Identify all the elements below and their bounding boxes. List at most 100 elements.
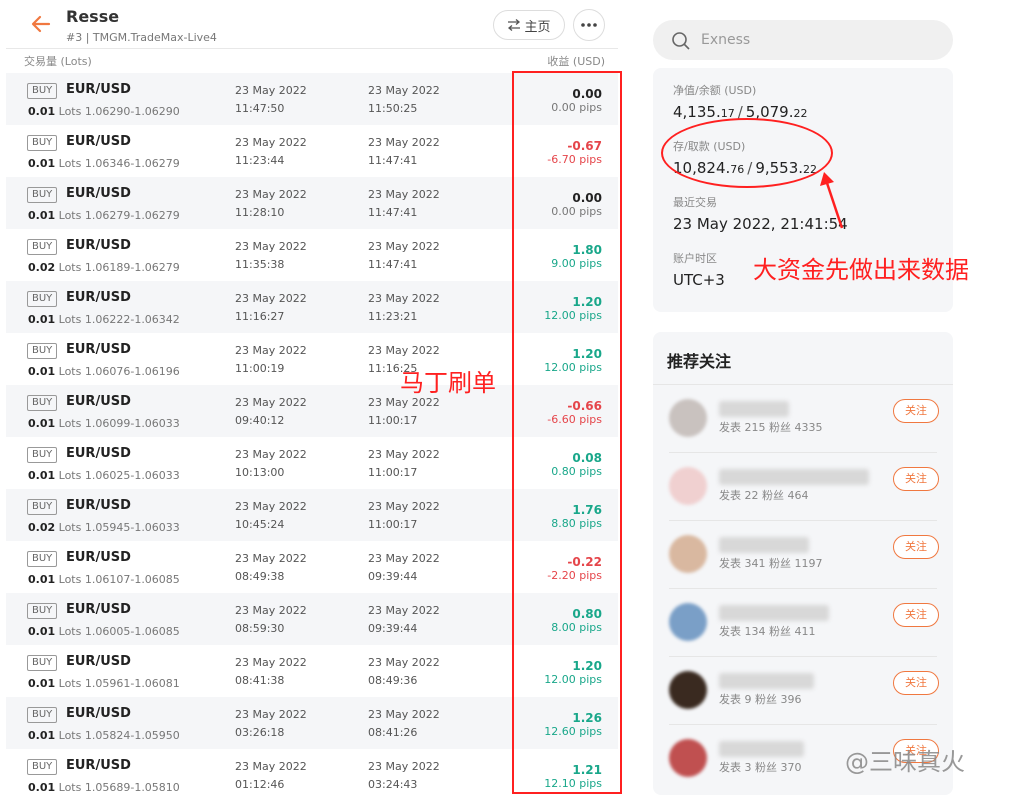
symbol: EUR/USD — [66, 602, 131, 617]
symbol: EUR/USD — [66, 290, 131, 305]
close-time: 23 May 2022 11:00:17 — [368, 500, 440, 531]
lots-info: 0.01 Lots 1.06222-1.06342 — [28, 313, 180, 326]
side-badge: BUY — [27, 135, 58, 151]
follow-button[interactable]: 关注 — [893, 671, 939, 695]
lots-info: 0.01 Lots 1.05961-1.06081 — [28, 677, 180, 690]
close-time: 23 May 2022 11:47:41 — [368, 240, 440, 271]
symbol: EUR/USD — [66, 706, 131, 721]
deposit-highlight-ellipse — [661, 118, 833, 188]
open-time: 23 May 2022 11:23:44 — [235, 136, 307, 167]
recommend-item[interactable]: 发表 134 粉丝 411 关注 — [653, 589, 953, 657]
recommend-item[interactable]: 发表 341 粉丝 1197 关注 — [653, 521, 953, 589]
open-time: 23 May 2022 11:28:10 — [235, 188, 307, 219]
page-title: Resse — [66, 7, 120, 26]
timezone-label: 账户时区 — [673, 252, 717, 265]
side-badge: BUY — [27, 343, 58, 359]
recommend-card: 推荐关注 发表 215 粉丝 4335 关注 发表 22 粉丝 464 关注 发表 34… — [653, 332, 953, 795]
close-time: 23 May 2022 03:24:43 — [368, 760, 440, 791]
symbol: EUR/USD — [66, 134, 131, 149]
open-time: 23 May 2022 10:45:24 — [235, 500, 307, 531]
timezone-value: UTC+3 — [673, 271, 725, 289]
open-time: 23 May 2022 11:35:38 — [235, 240, 307, 271]
user-name-blurred — [719, 605, 829, 621]
open-time: 23 May 2022 08:49:38 — [235, 552, 307, 583]
lots-info: 0.01 Lots 1.06107-1.06085 — [28, 573, 180, 586]
open-time: 23 May 2022 11:16:27 — [235, 292, 307, 323]
search-icon — [672, 32, 690, 50]
annotation-martingale: 马丁刷单 — [400, 369, 496, 397]
more-button[interactable] — [573, 9, 605, 41]
close-time: 23 May 2022 09:39:44 — [368, 552, 440, 583]
page: Resse #3 | TMGM.TradeMax-Live4 主页 交易量 (L… — [0, 0, 1027, 808]
lots-info: 0.01 Lots 1.06076-1.06196 — [28, 365, 180, 378]
user-name-blurred — [719, 537, 809, 553]
user-stats: 发表 22 粉丝 464 — [719, 489, 809, 502]
avatar[interactable] — [669, 671, 707, 709]
avatar[interactable] — [669, 603, 707, 641]
sidebar: Exness 净值/余额 (USD) 4,135.17/5,079.22 存/取… — [640, 0, 1027, 808]
account-subtitle: #3 | TMGM.TradeMax-Live4 — [66, 31, 217, 44]
close-time: 23 May 2022 09:39:44 — [368, 604, 440, 635]
open-time: 23 May 2022 08:41:38 — [235, 656, 307, 687]
follow-button[interactable]: 关注 — [893, 467, 939, 491]
lots-info: 0.02 Lots 1.05945-1.06033 — [28, 521, 180, 534]
open-time: 23 May 2022 11:00:19 — [235, 344, 307, 375]
symbol: EUR/USD — [66, 550, 131, 565]
symbol: EUR/USD — [66, 446, 131, 461]
close-time: 23 May 2022 08:49:36 — [368, 656, 440, 687]
close-time: 23 May 2022 08:41:26 — [368, 708, 440, 739]
lots-info: 0.01 Lots 1.06005-1.06085 — [28, 625, 180, 638]
home-button-label: 主页 — [524, 19, 551, 35]
back-arrow-icon[interactable] — [29, 12, 53, 36]
home-button[interactable]: 主页 — [493, 10, 565, 40]
open-time: 23 May 2022 11:47:50 — [235, 84, 307, 115]
side-badge: BUY — [27, 395, 58, 411]
swap-icon — [508, 19, 521, 31]
close-time: 23 May 2022 11:00:17 — [368, 448, 440, 479]
user-stats: 发表 9 粉丝 396 — [719, 693, 802, 706]
user-stats: 发表 3 粉丝 370 — [719, 761, 802, 774]
annotation-big-capital: 大资金先做出来数据 — [753, 256, 969, 284]
more-dots-icon — [581, 23, 597, 27]
symbol: EUR/USD — [66, 342, 131, 357]
user-stats: 发表 215 粉丝 4335 — [719, 421, 823, 434]
side-badge: BUY — [27, 759, 58, 775]
user-stats: 发表 341 粉丝 1197 — [719, 557, 823, 570]
search-bar[interactable]: Exness — [653, 20, 953, 60]
symbol: EUR/USD — [66, 82, 131, 97]
open-time: 23 May 2022 01:12:46 — [235, 760, 307, 791]
symbol: EUR/USD — [66, 186, 131, 201]
lots-info: 0.02 Lots 1.06189-1.06279 — [28, 261, 180, 274]
follow-button[interactable]: 关注 — [893, 603, 939, 627]
side-badge: BUY — [27, 83, 58, 99]
avatar[interactable] — [669, 535, 707, 573]
avatar[interactable] — [669, 739, 707, 777]
recommend-item[interactable]: 发表 215 粉丝 4335 关注 — [653, 385, 953, 453]
avatar[interactable] — [669, 399, 707, 437]
open-time: 23 May 2022 09:40:12 — [235, 396, 307, 427]
follow-button[interactable]: 关注 — [893, 399, 939, 423]
lots-info: 0.01 Lots 1.06346-1.06279 — [28, 157, 180, 170]
close-time: 23 May 2022 11:23:21 — [368, 292, 440, 323]
recommend-item[interactable]: 发表 9 粉丝 396 关注 — [653, 657, 953, 725]
lots-info: 0.01 Lots 1.06025-1.06033 — [28, 469, 180, 482]
recommend-title: 推荐关注 — [667, 352, 732, 371]
side-badge: BUY — [27, 655, 58, 671]
symbol: EUR/USD — [66, 394, 131, 409]
avatar[interactable] — [669, 467, 707, 505]
user-name-blurred — [719, 741, 804, 757]
side-badge: BUY — [27, 603, 58, 619]
open-time: 23 May 2022 08:59:30 — [235, 604, 307, 635]
user-stats: 发表 134 粉丝 411 — [719, 625, 816, 638]
follow-button[interactable]: 关注 — [893, 535, 939, 559]
search-input[interactable]: Exness — [701, 32, 750, 48]
header-divider — [6, 48, 618, 49]
recommend-item[interactable]: 发表 22 粉丝 464 关注 — [653, 453, 953, 521]
side-badge: BUY — [27, 707, 58, 723]
equity-label: 净值/余额 (USD) — [673, 84, 757, 97]
lots-info: 0.01 Lots 1.06279-1.06279 — [28, 209, 180, 222]
side-badge: BUY — [27, 499, 58, 515]
close-time: 23 May 2022 11:00:17 — [368, 396, 440, 427]
symbol: EUR/USD — [66, 758, 131, 773]
lots-info: 0.01 Lots 1.05824-1.05950 — [28, 729, 180, 742]
